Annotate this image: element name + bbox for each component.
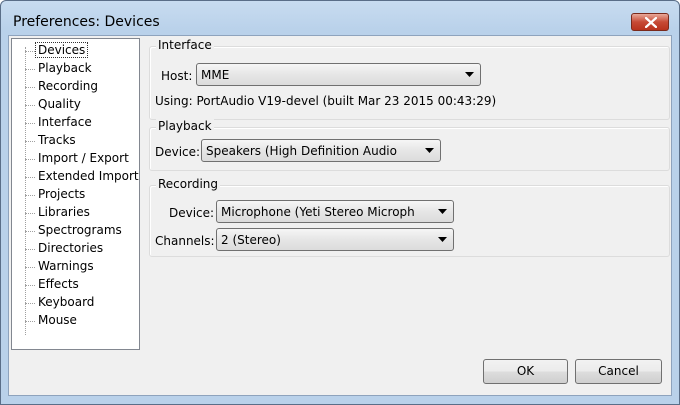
tree-item-mouse[interactable]: Mouse: [12, 312, 139, 330]
tree-item-devices[interactable]: Devices: [12, 42, 139, 60]
tree-connector: [25, 321, 35, 322]
tree-item-label: Keyboard: [38, 295, 95, 309]
tree-item-quality[interactable]: Quality: [12, 96, 139, 114]
tree-item-warnings[interactable]: Warnings: [12, 258, 139, 276]
tree-connector: [25, 267, 35, 268]
chevron-down-icon: [465, 72, 474, 77]
tree-connector: [25, 141, 35, 142]
tree-item-label: Mouse: [38, 313, 77, 327]
tree-connector: [25, 69, 35, 70]
chevron-down-icon: [425, 148, 434, 153]
tree-connector: [25, 123, 35, 124]
interface-group: Interface Host: MME Using: PortAudio V19…: [149, 38, 670, 120]
chevron-down-icon: [438, 237, 447, 242]
tree-item-label: Effects: [38, 277, 79, 291]
tree-connector: [25, 105, 35, 106]
playback-device-label: Device:: [155, 145, 201, 159]
tree-item-label: Playback: [38, 61, 92, 75]
tree-item-projects[interactable]: Projects: [12, 186, 139, 204]
recording-device-select[interactable]: Microphone (Yeti Stereo Microph: [216, 200, 454, 223]
tree-connector: [25, 51, 35, 52]
tree-item-import-export[interactable]: Import / Export: [12, 150, 139, 168]
tree-connector: [25, 213, 35, 214]
tree-item-label: Projects: [38, 187, 86, 201]
tree-item-libraries[interactable]: Libraries: [12, 204, 139, 222]
recording-device-value: Microphone (Yeti Stereo Microph: [221, 205, 415, 219]
tree-item-label: Libraries: [38, 205, 90, 219]
tree-item-label: Devices: [35, 42, 89, 58]
tree-item-keyboard[interactable]: Keyboard: [12, 294, 139, 312]
dialog-client-area: Devices Playback Recording Quality Interface…: [8, 35, 672, 396]
channels-select[interactable]: 2 (Stereo): [216, 228, 454, 251]
tree-item-effects[interactable]: Effects: [12, 276, 139, 294]
channels-value: 2 (Stereo): [221, 233, 281, 247]
tree-item-label: Warnings: [38, 259, 94, 273]
close-icon: [645, 17, 657, 28]
playback-device-value: Speakers (High Definition Audio: [206, 144, 397, 158]
tree-connector: [25, 231, 35, 232]
tree-connector: [25, 195, 35, 196]
tree-item-tracks[interactable]: Tracks: [12, 132, 139, 150]
chevron-down-icon: [438, 209, 447, 214]
playback-group-title: Playback: [156, 119, 214, 133]
tree-item-directories[interactable]: Directories: [12, 240, 139, 258]
tree-connector: [25, 303, 35, 304]
tree-item-label: Interface: [38, 115, 92, 129]
tree-connector: [25, 159, 35, 160]
tree-item-extended-import[interactable]: Extended Import: [12, 168, 139, 186]
tree-item-label: Tracks: [38, 133, 76, 147]
interface-group-title: Interface: [156, 38, 214, 52]
recording-group: Recording Device: Microphone (Yeti Stere…: [149, 177, 670, 257]
host-label: Host:: [161, 69, 193, 83]
playback-device-select[interactable]: Speakers (High Definition Audio: [201, 139, 441, 162]
host-select-value: MME: [201, 68, 230, 82]
recording-group-title: Recording: [156, 177, 221, 191]
title-bar[interactable]: Preferences: Devices: [1, 1, 679, 33]
channels-label: Channels:: [155, 234, 215, 248]
tree-connector: [25, 285, 35, 286]
host-select[interactable]: MME: [196, 63, 481, 86]
recording-device-label: Device:: [169, 206, 215, 220]
ok-button[interactable]: OK: [483, 359, 568, 384]
tree-item-label: Quality: [38, 97, 81, 111]
tree-connector: [25, 177, 35, 178]
cancel-button[interactable]: Cancel: [575, 359, 662, 384]
tree-connector: [25, 87, 35, 88]
tree-item-label: Spectrograms: [38, 223, 122, 237]
tree-connector: [25, 249, 35, 250]
tree-item-recording[interactable]: Recording: [12, 78, 139, 96]
tree-item-label: Recording: [38, 79, 99, 93]
window-title: Preferences: Devices: [13, 14, 160, 30]
tree-item-playback[interactable]: Playback: [12, 60, 139, 78]
preferences-category-tree[interactable]: Devices Playback Recording Quality Interface…: [11, 38, 140, 350]
tree-item-spectrograms[interactable]: Spectrograms: [12, 222, 139, 240]
tree-item-label: Extended Import: [38, 169, 139, 183]
preferences-window: Preferences: Devices Devices Playback Reco…: [0, 0, 680, 405]
portaudio-version-text: Using: PortAudio V19-devel (built Mar 23…: [155, 94, 497, 108]
tree-item-label: Directories: [38, 241, 104, 255]
playback-group: Playback Device: Speakers (High Definiti…: [149, 119, 670, 171]
close-button[interactable]: [631, 13, 669, 31]
tree-item-label: Import / Export: [38, 151, 129, 165]
tree-item-interface[interactable]: Interface: [12, 114, 139, 132]
